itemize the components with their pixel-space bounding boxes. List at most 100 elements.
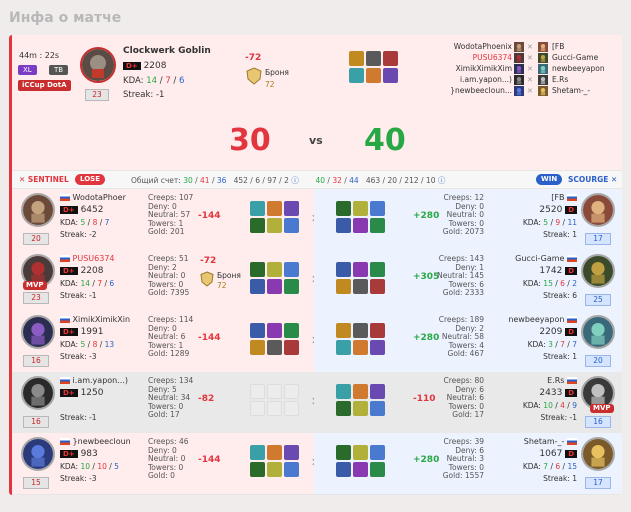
item-slot-icon <box>349 68 364 83</box>
player-level: 23 <box>23 292 49 304</box>
item-slot-icon <box>366 68 381 83</box>
player-avatar[interactable] <box>21 437 55 471</box>
rating-delta: -72 <box>200 256 217 266</box>
mode-badge-xl: XL <box>18 65 37 75</box>
player-name-line[interactable]: XimikXimikXin <box>60 315 138 324</box>
item-slot-icon <box>370 462 385 477</box>
player-avatar[interactable] <box>581 193 615 227</box>
scourge-player: +280 Creeps: 12 Deny: 0 Neutral: 0 Towers: … <box>314 189 622 250</box>
item-slot-icon <box>267 445 282 460</box>
player-row: 16 i.am.yapon...) D+ 1250 Streak: -1 Cre… <box>12 372 622 434</box>
item-slot-icon <box>353 384 368 399</box>
inventory <box>250 445 299 477</box>
item-slot-icon <box>284 279 299 294</box>
item-slot-icon <box>267 401 282 416</box>
sentinel-player: 16 i.am.yapon...) D+ 1250 Streak: -1 Cre… <box>12 372 314 433</box>
scourge-player: -110 Creeps: 80 Deny: 6 Neutral: 6 Towers: … <box>314 372 622 433</box>
player-name-line[interactable]: PUSU6374 <box>60 254 138 263</box>
player-name-line[interactable]: }newbeecloun <box>60 437 138 446</box>
match-card: 44m : 22s XL TB iCCup DotA 23 Clockwerk … <box>9 35 622 495</box>
player-stats: Creeps: 39 Deny: 6 Neutral: 3 Towers: 0 Gold… <box>442 437 484 481</box>
item-slot-icon <box>370 201 385 216</box>
item-slot-icon <box>267 201 282 216</box>
flag-icon <box>60 255 70 262</box>
item-slot-icon <box>250 262 265 277</box>
item-slot-icon <box>370 262 385 277</box>
rating-delta: +305 <box>413 272 440 282</box>
item-slot-icon <box>284 384 299 399</box>
item-slot-icon <box>284 462 299 477</box>
lineup-left-name[interactable]: PUSU6374 <box>473 53 512 62</box>
player-name-line[interactable]: WodotaPhoer <box>60 193 138 202</box>
summary-kda: KDA: 14 / 7 / 6 <box>123 76 185 86</box>
player-kda: KDA: 3 / 7 / 7 <box>527 340 577 349</box>
lineup-left-name[interactable]: }newbeecloun... <box>450 86 512 95</box>
player-name-line[interactable]: i.am.yapon...) <box>60 376 138 385</box>
player-name-line[interactable]: E.Rs <box>547 376 577 385</box>
player-name-line[interactable]: Gucci-Game <box>515 254 577 263</box>
player-rating-line: 2433 D <box>539 388 577 398</box>
lineup-right-hero-icon <box>538 75 548 85</box>
kda-label: KDA: <box>60 340 79 349</box>
player-avatar[interactable] <box>581 315 615 349</box>
player-avatar[interactable] <box>581 254 615 288</box>
item-slot-icon <box>370 218 385 233</box>
hero-avatar <box>80 47 116 83</box>
item-slot-icon <box>353 462 368 477</box>
lineup-right-name[interactable]: [FB <box>552 42 564 51</box>
lineup-right-hero-icon <box>538 86 548 96</box>
summary-items <box>349 51 398 83</box>
lineup-right-hero-icon <box>538 42 548 52</box>
flag-icon <box>60 438 70 445</box>
lineup-right-name[interactable]: Gucci-Game <box>552 53 598 62</box>
player-avatar[interactable] <box>581 437 615 471</box>
item-slot-icon <box>370 340 385 355</box>
lineup-right-name[interactable]: Shetam-_- <box>552 86 590 95</box>
scourge-label: SCOURGE ✕ <box>568 175 618 184</box>
kda-label: KDA: <box>60 218 79 227</box>
item-slot-icon <box>336 279 351 294</box>
item-slot-icon <box>353 218 368 233</box>
hero-name: Clockwerk Goblin <box>123 46 211 56</box>
item-slot-icon <box>267 262 282 277</box>
lineup-left-hero-icon <box>514 86 524 96</box>
item-slot-icon <box>349 51 364 66</box>
player-rating-line: D+ 983 <box>60 449 98 459</box>
hero-level: 23 <box>85 89 109 101</box>
player-avatar[interactable] <box>21 376 55 410</box>
item-slot-icon <box>250 279 265 294</box>
player-avatar[interactable] <box>21 315 55 349</box>
lineup-left-name[interactable]: XimikXimikXim <box>456 64 512 73</box>
flag-icon <box>567 377 577 384</box>
player-streak: Streak: 6 <box>543 291 577 300</box>
player-level: 25 <box>585 294 611 306</box>
mode-badge-tb: TB <box>49 65 69 75</box>
item-slot-icon <box>284 340 299 355</box>
inventory <box>336 262 385 294</box>
player-streak: Streak: -2 <box>60 230 97 239</box>
player-name-line[interactable]: [FB <box>551 193 577 202</box>
player-avatar[interactable] <box>21 193 55 227</box>
player-name-line[interactable]: newbeeyapon <box>508 315 577 324</box>
item-slot-icon <box>336 218 351 233</box>
sentinel-player: MVP 23 PUSU6374 D+ 2208 KDA: 14 / 7 / 6 … <box>12 250 314 311</box>
player-kda: KDA: 5 / 9 / 11 <box>522 218 577 227</box>
item-slot-icon <box>267 340 282 355</box>
rank-tag: D+ <box>60 449 78 458</box>
lineup-right-name[interactable]: E.Rs <box>552 75 568 84</box>
kda-label: KDA: <box>60 462 79 471</box>
inventory <box>250 201 299 233</box>
rating-delta: -144 <box>198 211 221 221</box>
scourge-player: +305 Creeps: 143 Deny: 1 Neutral: 145 Tower… <box>314 250 622 311</box>
flag-icon <box>60 316 70 323</box>
rank-tag: D+ <box>123 61 141 70</box>
player-name-line[interactable]: Shetam-_- <box>524 437 577 446</box>
lineup-left-name[interactable]: WodotaPhoenix <box>454 42 512 51</box>
player-stats: Creeps: 80 Deny: 6 Neutral: 6 Towers: 0 Gold… <box>443 376 484 420</box>
lineup-right-name[interactable]: newbeeyapon <box>552 64 605 73</box>
lineup-left-hero-icon <box>514 64 524 74</box>
summary-rating-line: D+ 2208 <box>123 61 166 71</box>
rank-tag: D+ <box>60 205 78 214</box>
item-slot-icon <box>250 401 265 416</box>
lineup-left-name[interactable]: i.am.yapon...) <box>460 75 512 84</box>
